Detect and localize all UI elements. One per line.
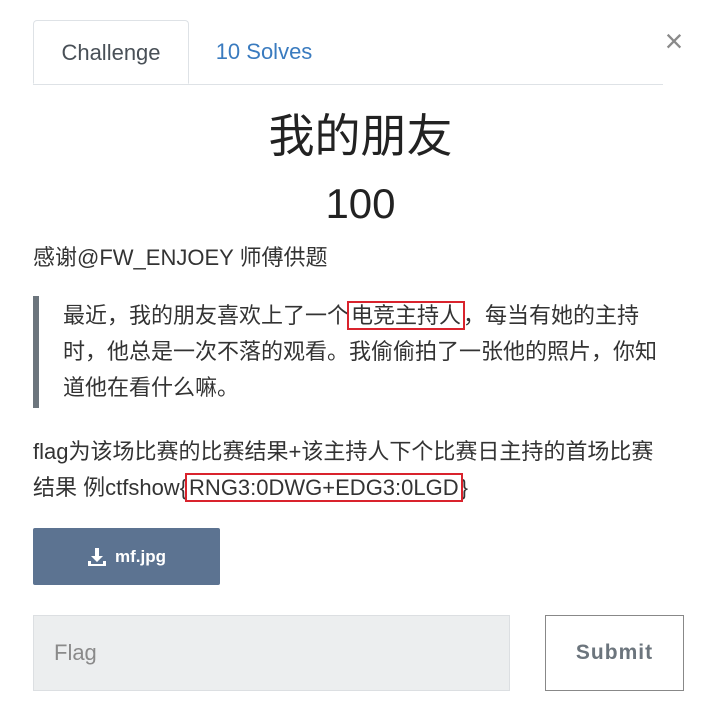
tab-solves[interactable]: 10 Solves [203,20,325,83]
download-file-label: mf.jpg [115,546,166,566]
flag-input[interactable] [33,615,510,691]
close-icon[interactable]: × [660,24,688,58]
challenge-description: flag为该场比赛的比赛结果+该主持人下个比赛日主持的首场比赛结果 例ctfsh… [33,434,673,506]
submit-button[interactable]: Submit [545,615,684,691]
download-file-button[interactable]: mf.jpg [33,528,220,585]
challenge-value: 100 [325,180,396,227]
quote-highlight: 电竞主持人 [347,301,466,330]
challenge-name: 我的朋友 [268,110,453,162]
quote-part-1: 最近，我的朋友喜欢上了一个 [63,303,350,328]
challenge-author: 感谢@FW_ENJOEY 师傅供题 [33,245,328,270]
description-highlight: RNG3:0DWG+EDG3:0LGD [185,473,463,502]
description-part-2: } [460,475,468,500]
download-icon [88,547,106,566]
challenge-tabs: Challenge 10 Solves [33,20,663,85]
tab-challenge[interactable]: Challenge [33,20,189,84]
challenge-quote: 最近，我的朋友喜欢上了一个电竞主持人，每当有她的主持时，他总是一次不落的观看。我… [33,296,667,408]
quote-text: 最近，我的朋友喜欢上了一个电竞主持人，每当有她的主持时，他总是一次不落的观看。我… [63,298,673,406]
